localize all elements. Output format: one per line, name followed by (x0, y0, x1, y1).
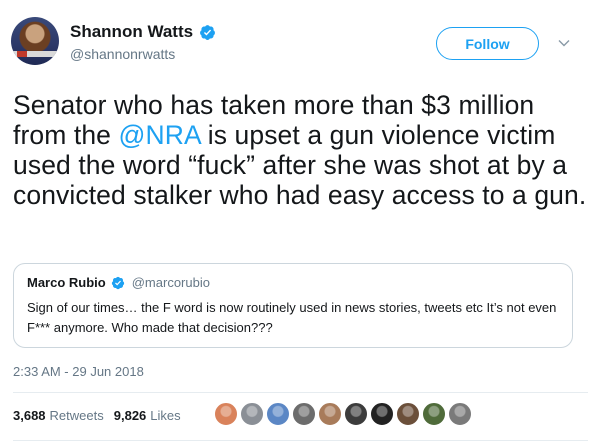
verified-badge-icon (200, 24, 216, 40)
liker-avatar-icon[interactable] (448, 402, 472, 426)
quoted-author-name[interactable]: Marco Rubio (27, 275, 106, 290)
quoted-tweet-text: Sign of our times… the F word is now rou… (27, 300, 557, 335)
tweet-timestamp[interactable]: 2:33 AM - 29 Jun 2018 (13, 364, 144, 379)
author-name-row: Shannon Watts (70, 22, 216, 42)
quoted-tweet[interactable]: Marco Rubio @marcorubio Sign of our time… (13, 263, 573, 348)
chevron-down-icon[interactable] (557, 36, 571, 50)
quoted-tweet-header: Marco Rubio @marcorubio (27, 275, 210, 290)
tweet-text: Senator who has taken more than $3 milli… (13, 90, 588, 210)
mention-link[interactable]: @NRA (118, 120, 200, 150)
liker-avatar-icon[interactable] (344, 402, 368, 426)
follow-button[interactable]: Follow (436, 27, 539, 60)
author-name[interactable]: Shannon Watts (70, 22, 193, 42)
author-handle[interactable]: @shannonrwatts (70, 46, 175, 62)
liker-avatar-icon[interactable] (396, 402, 420, 426)
liker-avatar-icon[interactable] (240, 402, 264, 426)
avatar-banner-accent (17, 51, 27, 57)
liker-avatar-icon[interactable] (318, 402, 342, 426)
retweets-count[interactable]: 3,688 (13, 408, 46, 423)
likers-avatars (214, 402, 472, 426)
quoted-author-handle[interactable]: @marcorubio (132, 275, 210, 290)
verified-badge-icon (111, 276, 124, 289)
liker-avatar-icon[interactable] (292, 402, 316, 426)
divider (13, 440, 588, 441)
tweet-stats: 3,688 Retweets 9,826 Likes (13, 408, 191, 423)
retweets-label[interactable]: Retweets (50, 408, 104, 423)
author-avatar[interactable] (11, 17, 59, 65)
likes-label[interactable]: Likes (150, 408, 180, 423)
liker-avatar-icon[interactable] (214, 402, 238, 426)
liker-avatar-icon[interactable] (422, 402, 446, 426)
divider (13, 392, 588, 393)
liker-avatar-icon[interactable] (266, 402, 290, 426)
liker-avatar-icon[interactable] (370, 402, 394, 426)
likes-count[interactable]: 9,826 (114, 408, 147, 423)
